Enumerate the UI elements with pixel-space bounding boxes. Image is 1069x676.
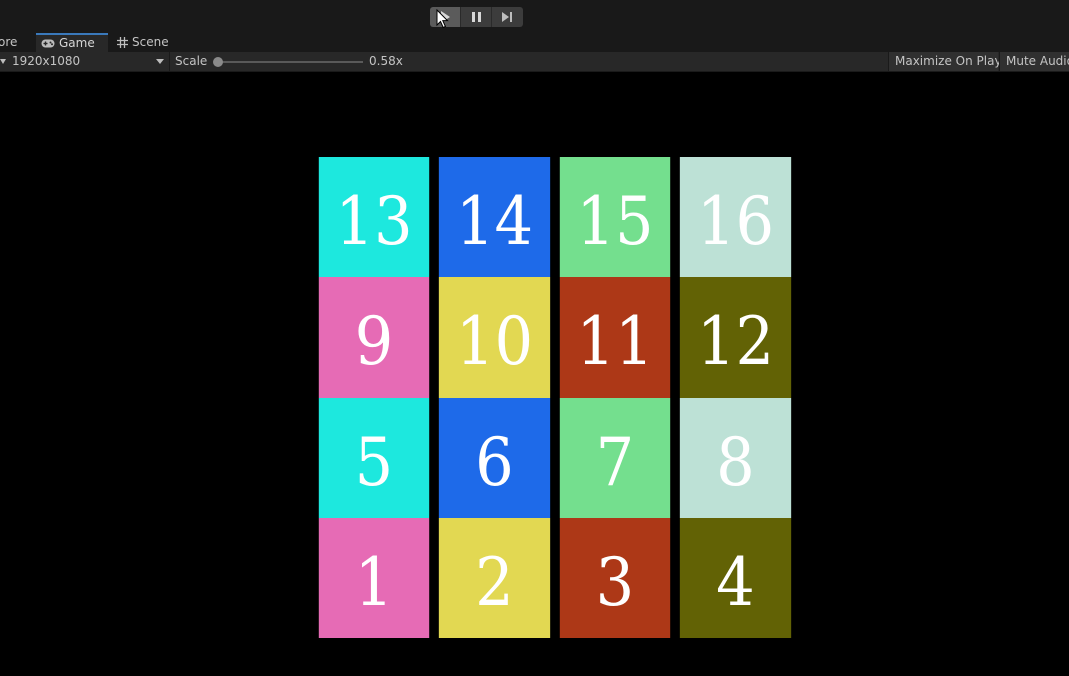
puzzle-tile[interactable]: 3 (559, 518, 671, 638)
chevron-down-icon (156, 59, 164, 64)
puzzle-tile-number: 12 (696, 303, 775, 380)
puzzle-tile-number: 2 (475, 543, 514, 621)
puzzle-tile[interactable]: 9 (318, 277, 430, 398)
puzzle-tile-number: 8 (716, 423, 755, 501)
puzzle-tile[interactable]: 14 (438, 157, 551, 277)
play-button[interactable] (430, 7, 461, 27)
puzzle-tile-number: 9 (354, 303, 394, 380)
mute-audio-toggle[interactable]: Mute Audio (999, 52, 1069, 71)
playmode-controls (430, 7, 524, 27)
puzzle-tile[interactable]: 12 (679, 277, 792, 398)
puzzle-tile-number: 4 (716, 543, 755, 621)
dropdown-arrow-icon (0, 59, 6, 64)
puzzle-tile[interactable]: 7 (559, 398, 671, 518)
tab-game-label: Game (59, 36, 95, 50)
puzzle-tile-number: 13 (335, 182, 413, 260)
puzzle-tile[interactable]: 4 (679, 518, 792, 638)
step-button[interactable] (492, 7, 523, 27)
play-icon (441, 11, 450, 23)
puzzle-tile-number: 14 (455, 182, 534, 260)
mute-audio-label: Mute Audio (1006, 54, 1069, 68)
resolution-dropdown[interactable]: 1920x1080 (0, 52, 170, 71)
puzzle-tile-number: 10 (455, 303, 534, 380)
tab-partial[interactable]: ore (0, 33, 34, 52)
tab-scene[interactable]: Scene (117, 33, 187, 52)
pause-icon (471, 12, 481, 22)
puzzle-tile-number: 1 (354, 543, 394, 621)
puzzle-tile[interactable]: 16 (679, 157, 792, 277)
gamepad-icon (41, 39, 55, 48)
puzzle-tile[interactable]: 15 (559, 157, 671, 277)
grid-icon (117, 37, 128, 48)
puzzle-tile-number: 7 (595, 423, 635, 501)
tab-scene-label: Scene (132, 35, 169, 49)
main-toolbar (0, 0, 1069, 34)
puzzle-tile-number: 5 (354, 423, 394, 501)
maximize-on-play-label: Maximize On Play (895, 54, 1002, 68)
puzzle-tile-number: 3 (595, 543, 635, 621)
puzzle-tile[interactable]: 1 (318, 518, 430, 638)
puzzle-tile[interactable]: 11 (559, 277, 671, 398)
puzzle-tile[interactable]: 2 (438, 518, 551, 638)
puzzle-tile[interactable]: 6 (438, 398, 551, 518)
tab-game[interactable]: Game (36, 33, 108, 52)
puzzle-tile[interactable]: 13 (318, 157, 430, 277)
puzzle-tile[interactable]: 8 (679, 398, 792, 518)
unity-editor-window: ore Game Scene 1920x1080 Scale 0.58x Max… (0, 0, 1069, 676)
puzzle-tile-number: 16 (696, 182, 775, 260)
resolution-value: 1920x1080 (12, 54, 81, 68)
puzzle-tile-number: 15 (576, 182, 654, 260)
puzzle-tile-number: 6 (475, 423, 514, 501)
puzzle-grid: 13 14 15 16 9 10 11 12 5 6 7 8 1 2 3 4 (314, 157, 796, 638)
step-icon (502, 12, 512, 22)
view-tab-bar: ore Game Scene (0, 33, 1069, 52)
scale-value: 0.58x (369, 54, 403, 68)
puzzle-tile-number: 11 (576, 303, 654, 380)
pause-button[interactable] (461, 7, 492, 27)
puzzle-tile[interactable]: 10 (438, 277, 551, 398)
tab-partial-label: ore (0, 35, 18, 49)
game-view-toolbar: 1920x1080 Scale 0.58x Maximize On Play M… (0, 52, 1069, 72)
scale-slider-track[interactable] (218, 61, 363, 63)
scale-slider-thumb[interactable] (213, 57, 223, 67)
puzzle-tile[interactable]: 5 (318, 398, 430, 518)
scale-label: Scale (175, 54, 208, 68)
game-viewport[interactable]: 13 14 15 16 9 10 11 12 5 6 7 8 1 2 3 4 (0, 72, 1069, 676)
maximize-on-play-toggle[interactable]: Maximize On Play (888, 52, 1002, 71)
